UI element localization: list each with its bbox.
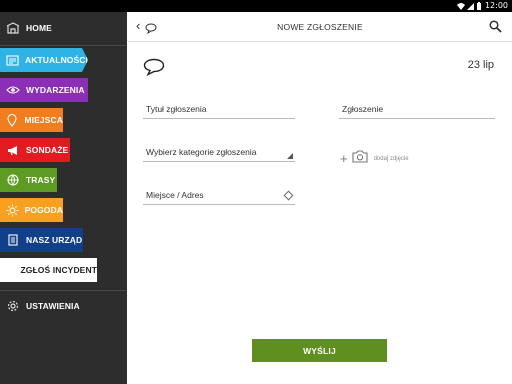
drawer-item-8[interactable]: ZGŁOŚ INCYDENT [0, 258, 97, 282]
globe-icon [2, 168, 24, 192]
send-button[interactable]: WYŚLIJ [252, 339, 387, 362]
sun-icon [2, 198, 23, 222]
gear-icon [2, 294, 24, 318]
add-photo-button[interactable]: + dodaj zdjęcie [340, 150, 409, 168]
news-icon [2, 48, 23, 72]
navigation-drawer: HOME AKTUALNOŚCI WYDARZENIA MIEJSCA SONDAŻE… [0, 12, 127, 384]
drawer-item-home[interactable]: HOME [0, 16, 127, 40]
report-date: 23 lip [467, 59, 494, 71]
dropdown-corner-icon [287, 153, 293, 159]
megaphone-icon [2, 138, 24, 162]
add-photo-label: dodaj zdjęcie [373, 156, 409, 162]
drawer-item-settings[interactable]: USTAWIENIA [0, 294, 127, 318]
status-bar: 12:00 [0, 0, 512, 12]
drawer-item-7[interactable]: NASZ URZĄD [0, 228, 83, 252]
drawer-item-label: SONDAŻE [26, 145, 69, 155]
place-field[interactable]: Miejsce / Adres [143, 183, 295, 205]
drawer-item-4[interactable]: SONDAŻE [0, 138, 70, 162]
drawer-item-spacer [2, 258, 19, 282]
wifi-icon [457, 3, 465, 10]
location-target-icon[interactable] [283, 190, 294, 201]
search-icon[interactable] [489, 20, 502, 38]
drawer-item-6[interactable]: POGODA [0, 198, 63, 222]
signal-icon [467, 3, 474, 10]
camera-icon [352, 150, 368, 168]
drawer-item-label: POGODA [24, 205, 63, 215]
drawer-item-label: NASZ URZĄD [26, 235, 83, 245]
document-icon [2, 228, 24, 252]
drawer-item-3[interactable]: MIEJSCA [0, 108, 63, 132]
drawer-item-5[interactable]: TRASY [0, 168, 57, 192]
report-field-text: Zgłoszenie [342, 104, 384, 114]
home-icon [2, 16, 24, 40]
eye-icon [2, 78, 24, 102]
drawer-item-label: WYDARZENIA [26, 85, 85, 95]
map-pin-icon [2, 108, 23, 132]
title-field-text: Tytuł zgłoszenia [146, 104, 207, 114]
drawer-settings-label: USTAWIENIA [26, 301, 80, 311]
main-panel: ‹ NOWE ZGŁOSZENIE 23 lip Tytuł zgłoszeni… [128, 12, 512, 384]
drawer-item-label: MIEJSCA [24, 115, 63, 125]
drawer-divider [0, 290, 127, 291]
drawer-item-label: AKTUALNOŚCI [25, 55, 88, 65]
drawer-item-label: TRASY [26, 175, 56, 185]
drawer-item-1[interactable]: AKTUALNOŚCI [0, 48, 88, 72]
drawer-divider [0, 45, 127, 46]
status-clock: 12:00 [484, 1, 508, 10]
page-title: NOWE ZGŁOSZENIE [277, 22, 363, 32]
category-select[interactable]: Wybierz kategorie zgłoszenia [143, 140, 295, 162]
report-bubble-icon [143, 58, 165, 81]
place-field-text: Miejsce / Adres [146, 190, 204, 200]
plus-icon: + [340, 151, 348, 166]
battery-icon [477, 2, 481, 10]
report-field[interactable]: Zgłoszenie [339, 97, 495, 119]
drawer-item-2[interactable]: WYDARZENIA [0, 78, 88, 102]
title-field[interactable]: Tytuł zgłoszenia [143, 97, 295, 119]
drawer-item-label: ZGŁOŚ INCYDENT [20, 265, 97, 275]
status-icons [457, 2, 481, 10]
category-select-text: Wybierz kategorie zgłoszenia [146, 147, 257, 157]
drawer-home-label: HOME [26, 23, 52, 33]
top-bar: ‹ NOWE ZGŁOSZENIE [128, 12, 512, 42]
